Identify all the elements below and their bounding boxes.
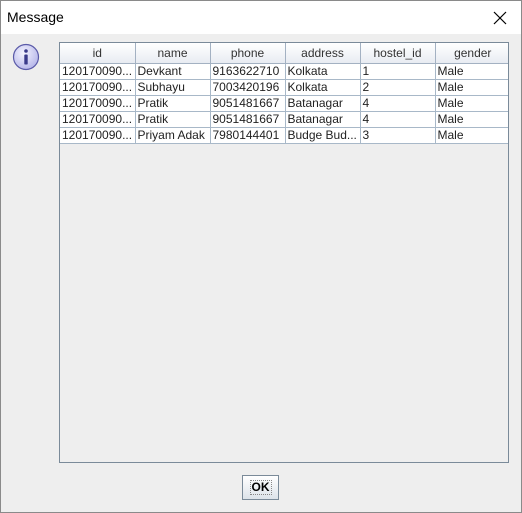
table-row[interactable]: 120170090... Subhayu 7003420196 Kolkata 2 Mal…	[60, 79, 508, 96]
table-cell-id[interactable]: 120170090...	[60, 111, 136, 128]
info-icon	[12, 43, 40, 71]
dialog-content: id name phone address hostel_id gender 120170…	[1, 34, 521, 512]
table-cell-gender[interactable]: Male	[435, 79, 508, 96]
column-header-hostel-id[interactable]: hostel_id	[360, 43, 436, 64]
table-body: 120170090... Devkant 9163622710 Kolkata 1 Mal…	[60, 63, 508, 144]
table-cell-address[interactable]: Batanagar	[285, 111, 361, 128]
window-title: Message	[7, 9, 64, 25]
table-row[interactable]: 120170090... Priyam Adak 7980144401 Budge B…	[60, 127, 508, 144]
table-cell-hostel-id[interactable]: 1	[360, 63, 436, 80]
column-header-phone[interactable]: phone	[210, 43, 286, 64]
table-header-row: id name phone address hostel_id gender	[60, 43, 508, 64]
table-cell-gender[interactable]: Male	[435, 63, 508, 80]
title-bar[interactable]: Message	[1, 1, 521, 34]
ok-button-label: OK	[249, 480, 272, 495]
table-cell-id[interactable]: 120170090...	[60, 63, 136, 80]
table-cell-gender[interactable]: Male	[435, 127, 508, 144]
table-cell-gender[interactable]: Male	[435, 111, 508, 128]
table-cell-name[interactable]: Priyam Adak	[135, 127, 211, 144]
table-cell-name[interactable]: Subhayu	[135, 79, 211, 96]
table-cell-hostel-id[interactable]: 4	[360, 95, 436, 112]
column-header-gender[interactable]: gender	[435, 43, 508, 64]
close-icon	[493, 11, 507, 24]
table-cell-id[interactable]: 120170090...	[60, 95, 136, 112]
table-cell-hostel-id[interactable]: 2	[360, 79, 436, 96]
table-cell-address[interactable]: Kolkata	[285, 79, 361, 96]
table-cell-hostel-id[interactable]: 3	[360, 127, 436, 144]
table-cell-id[interactable]: 120170090...	[60, 127, 136, 144]
results-table: id name phone address hostel_id gender 120170…	[60, 43, 508, 144]
table-cell-address[interactable]: Budge Bud...	[285, 127, 361, 144]
table-cell-phone[interactable]: 9163622710	[210, 63, 286, 80]
table-cell-id[interactable]: 120170090...	[60, 79, 136, 96]
table-cell-name[interactable]: Pratik	[135, 95, 211, 112]
table-row[interactable]: 120170090... Pratik 9051481667 Batanagar 4 Ma…	[60, 95, 508, 112]
close-button[interactable]	[485, 4, 515, 31]
column-header-address[interactable]: address	[285, 43, 361, 64]
table-cell-phone[interactable]: 9051481667	[210, 111, 286, 128]
message-dialog: Message id name phone address hostel_id …	[0, 0, 522, 513]
column-header-id[interactable]: id	[60, 43, 136, 64]
table-row[interactable]: 120170090... Pratik 9051481667 Batanagar 4 Ma…	[60, 111, 508, 128]
table-cell-phone[interactable]: 9051481667	[210, 95, 286, 112]
table-cell-address[interactable]: Kolkata	[285, 63, 361, 80]
table-cell-address[interactable]: Batanagar	[285, 95, 361, 112]
table-cell-hostel-id[interactable]: 4	[360, 111, 436, 128]
ok-button[interactable]: OK	[242, 475, 279, 500]
table-cell-name[interactable]: Pratik	[135, 111, 211, 128]
table-cell-name[interactable]: Devkant	[135, 63, 211, 80]
table-cell-phone[interactable]: 7980144401	[210, 127, 286, 144]
results-table-scrollpane[interactable]: id name phone address hostel_id gender 120170…	[59, 42, 509, 463]
column-header-name[interactable]: name	[135, 43, 211, 64]
table-row[interactable]: 120170090... Devkant 9163622710 Kolkata 1 Mal…	[60, 63, 508, 80]
table-cell-phone[interactable]: 7003420196	[210, 79, 286, 96]
table-cell-gender[interactable]: Male	[435, 95, 508, 112]
